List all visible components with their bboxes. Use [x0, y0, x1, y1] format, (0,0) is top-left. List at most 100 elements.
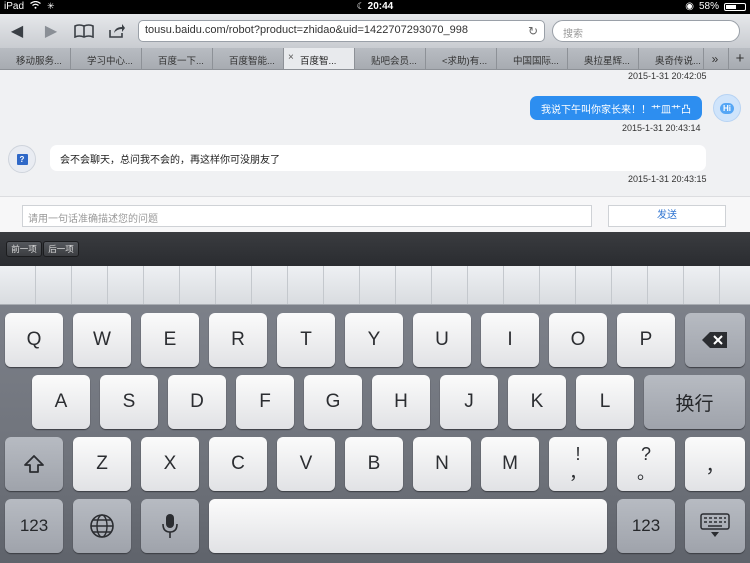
- candidate-slot[interactable]: [684, 266, 720, 304]
- battery-fill: [726, 4, 736, 9]
- bot-avatar: ?: [8, 145, 36, 173]
- key-p[interactable]: P: [617, 313, 675, 367]
- orientation-lock-icon: ◉: [685, 1, 694, 12]
- key-g[interactable]: G: [304, 375, 362, 429]
- candidate-slot[interactable]: [648, 266, 684, 304]
- key-u[interactable]: U: [413, 313, 471, 367]
- tab-label: 学习中心...: [87, 56, 133, 67]
- tab-2[interactable]: 学习中心...: [71, 48, 142, 69]
- dismiss-keyboard-key[interactable]: [685, 499, 745, 553]
- candidate-slot[interactable]: [180, 266, 216, 304]
- user-avatar: Hi: [713, 94, 741, 122]
- address-bar[interactable]: tousu.baidu.com/robot?product=zhidao&uid…: [138, 20, 545, 42]
- key-x[interactable]: X: [141, 437, 199, 491]
- moon-icon: ☾: [356, 1, 365, 11]
- search-input[interactable]: 搜索: [552, 20, 740, 42]
- key-e[interactable]: E: [141, 313, 199, 367]
- key-w[interactable]: W: [73, 313, 131, 367]
- key-o[interactable]: O: [549, 313, 607, 367]
- candidate-slot[interactable]: [540, 266, 576, 304]
- tab-3[interactable]: 百度一下...: [142, 48, 213, 69]
- shift-key[interactable]: [5, 437, 63, 491]
- tab-1[interactable]: 移动服务...: [0, 48, 71, 69]
- tab-10[interactable]: 奥奇传说...: [639, 48, 704, 69]
- more-tabs-icon[interactable]: »: [704, 48, 726, 69]
- key-y[interactable]: Y: [345, 313, 403, 367]
- key-l[interactable]: L: [576, 375, 634, 429]
- key-m[interactable]: M: [481, 437, 539, 491]
- bot-message-bubble: 会不会聊天，总问我不会的，再这样你可没朋友了: [50, 145, 706, 171]
- key-h[interactable]: H: [372, 375, 430, 429]
- key-n[interactable]: N: [413, 437, 471, 491]
- url-text: tousu.baidu.com/robot?product=zhidao&uid…: [145, 24, 468, 36]
- candidate-slot[interactable]: [468, 266, 504, 304]
- key-s[interactable]: S: [100, 375, 158, 429]
- candidate-slot[interactable]: [324, 266, 360, 304]
- key-k[interactable]: K: [508, 375, 566, 429]
- battery-icon: [724, 2, 746, 11]
- key-i[interactable]: I: [481, 313, 539, 367]
- candidate-slot[interactable]: [72, 266, 108, 304]
- back-icon[interactable]: ◀: [6, 20, 28, 42]
- question-input[interactable]: 请用一句话准确描述您的问题: [22, 205, 592, 227]
- candidate-slot[interactable]: [288, 266, 324, 304]
- forward-icon[interactable]: ▶: [40, 20, 62, 42]
- candidate-slot[interactable]: [576, 266, 612, 304]
- backspace-icon: [702, 332, 727, 348]
- candidate-slot[interactable]: [144, 266, 180, 304]
- share-icon[interactable]: [106, 20, 128, 42]
- question-key[interactable]: ?。: [617, 437, 675, 491]
- candidate-slot[interactable]: [432, 266, 468, 304]
- candidate-slot[interactable]: [612, 266, 648, 304]
- close-tab-icon[interactable]: ×: [288, 52, 294, 63]
- key-c[interactable]: C: [209, 437, 267, 491]
- globe-key[interactable]: [73, 499, 131, 553]
- reload-icon[interactable]: ↻: [528, 24, 538, 38]
- bot-message-text: 会不会聊天，总问我不会的，再这样你可没朋友了: [60, 154, 280, 166]
- tab-label: 百度智...: [300, 56, 337, 67]
- key-d[interactable]: D: [168, 375, 226, 429]
- candidate-slot[interactable]: [108, 266, 144, 304]
- candidate-slot[interactable]: [36, 266, 72, 304]
- key-v[interactable]: V: [277, 437, 335, 491]
- bookmarks-icon[interactable]: [73, 20, 95, 42]
- key-j[interactable]: J: [440, 375, 498, 429]
- dictation-key[interactable]: [141, 499, 199, 553]
- candidate-slot[interactable]: [252, 266, 288, 304]
- next-field-button[interactable]: 后一项: [43, 241, 79, 257]
- tab-7[interactable]: <求助)有...: [426, 48, 497, 69]
- backspace-key[interactable]: [685, 313, 745, 367]
- new-tab-button[interactable]: +: [728, 48, 750, 69]
- key-b[interactable]: B: [345, 437, 403, 491]
- candidate-slot[interactable]: [396, 266, 432, 304]
- previous-field-button[interactable]: 前一项: [6, 241, 42, 257]
- keyboard-dismiss-icon: [700, 513, 730, 537]
- tab-8[interactable]: 中国国际...: [497, 48, 568, 69]
- tab-5-active[interactable]: × 百度智...: [284, 48, 355, 69]
- key-a[interactable]: A: [32, 375, 90, 429]
- key-z[interactable]: Z: [73, 437, 131, 491]
- tab-label: 奥拉星辉...: [584, 56, 630, 67]
- user-avatar-label: Hi: [720, 102, 734, 114]
- key-f[interactable]: F: [236, 375, 294, 429]
- candidate-slot[interactable]: [360, 266, 396, 304]
- numbers-key[interactable]: 123: [5, 499, 63, 553]
- form-assistant-bar: 前一项 后一项: [0, 232, 750, 266]
- exclaim-key[interactable]: !，: [549, 437, 607, 491]
- tab-4[interactable]: 百度智能...: [213, 48, 284, 69]
- tab-9[interactable]: 奥拉星辉...: [568, 48, 639, 69]
- candidate-slot[interactable]: [216, 266, 252, 304]
- candidate-slot[interactable]: [504, 266, 540, 304]
- comma-key[interactable]: ，: [685, 437, 745, 491]
- bot-avatar-label: ?: [16, 153, 28, 165]
- candidate-slot[interactable]: [0, 266, 36, 304]
- send-button[interactable]: 发送: [608, 205, 726, 227]
- return-key[interactable]: 换行: [644, 375, 745, 429]
- key-r[interactable]: R: [209, 313, 267, 367]
- space-key[interactable]: [209, 499, 607, 553]
- key-q[interactable]: Q: [5, 313, 63, 367]
- numbers-key-right[interactable]: 123: [617, 499, 675, 553]
- tab-6[interactable]: 贴吧会员...: [355, 48, 426, 69]
- globe-icon: [90, 514, 114, 538]
- key-t[interactable]: T: [277, 313, 335, 367]
